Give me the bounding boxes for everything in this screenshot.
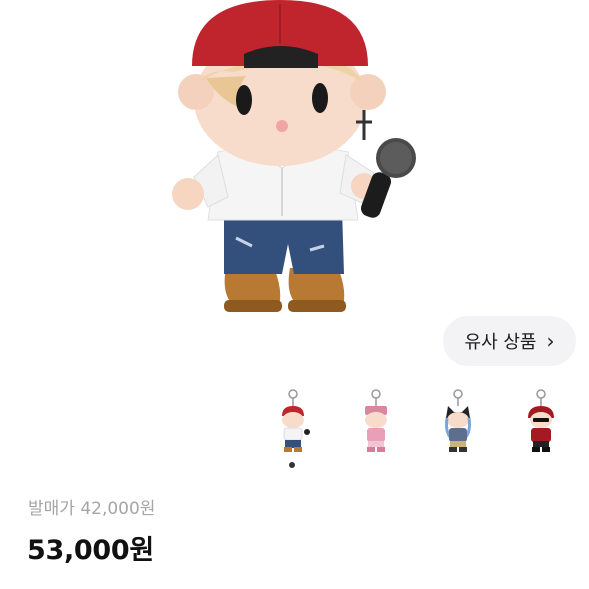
- keyring-pink-hat-icon: [365, 389, 387, 452]
- plush-doll-illustration: [172, 0, 416, 312]
- pagination-dot-active: [289, 462, 295, 468]
- current-price: 53,000원: [27, 535, 154, 566]
- similar-products-label: 유사 상품: [464, 332, 537, 353]
- keyring-black-cat-ears-icon: [445, 389, 471, 452]
- product-image[interactable]: [0, 0, 589, 330]
- gallery-thumbnail-1[interactable]: [270, 388, 316, 458]
- gallery-thumbnail-3[interactable]: [435, 388, 481, 458]
- keyring-red-hood-sunglasses-icon: [528, 389, 554, 452]
- keyring-red-cap-icon: [282, 389, 310, 452]
- similar-products-button[interactable]: 유사 상품 ›: [443, 316, 576, 366]
- chevron-right-icon: ›: [546, 329, 555, 353]
- original-price: 발매가 42,000원: [28, 499, 156, 519]
- gallery-thumbnail-4[interactable]: [518, 388, 564, 458]
- gallery-pagination: [289, 462, 295, 468]
- gallery-thumbnail-2[interactable]: [353, 388, 399, 458]
